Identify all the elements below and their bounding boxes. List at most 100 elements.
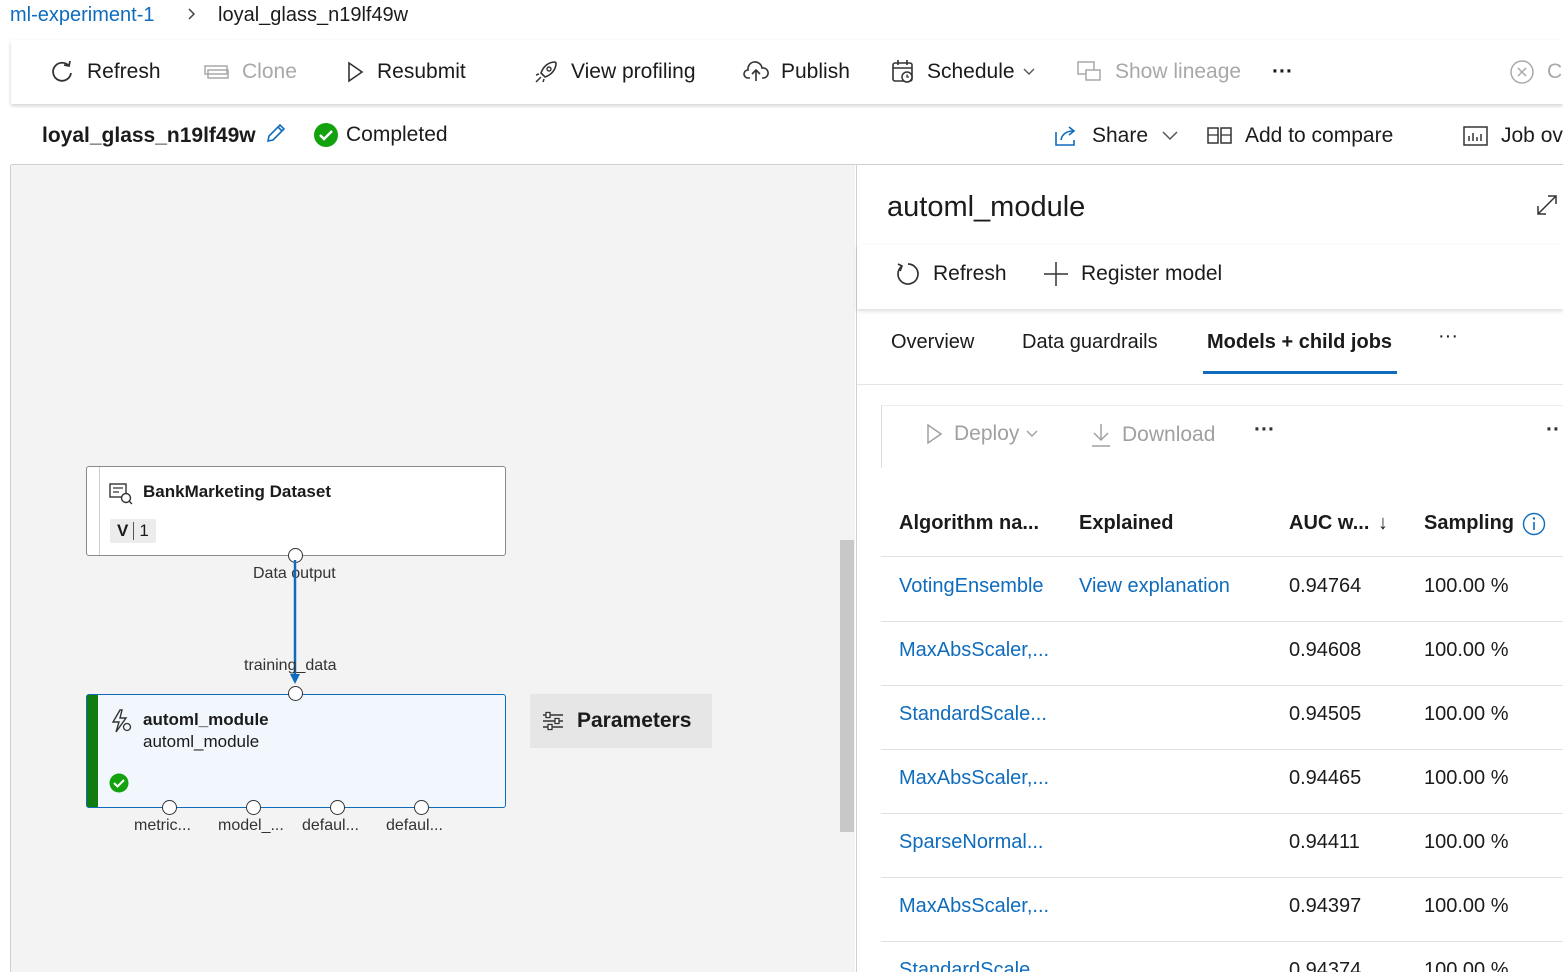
chevron-down-icon [1026, 430, 1038, 437]
view-profiling-label: View profiling [571, 60, 696, 83]
play-icon [927, 423, 943, 445]
node-left-stripe [99, 467, 100, 555]
output-port-label-default-2: defaul... [386, 817, 443, 834]
module-input-port[interactable] [288, 686, 303, 701]
algorithm-link[interactable]: VotingEnsemble [899, 575, 1044, 598]
table-row: SparseNormal... 0.94411 100.00 % [881, 813, 1563, 878]
play-icon [348, 61, 364, 83]
show-lineage-label: Show lineage [1115, 60, 1242, 83]
auc-value: 0.94411 [1289, 831, 1360, 853]
algorithm-link[interactable]: MaxAbsScaler,... [899, 767, 1049, 790]
download-button[interactable]: Download [1090, 422, 1215, 448]
algorithm-link[interactable]: StandardScale... [899, 703, 1047, 726]
job-overview-label: Job ov [1501, 124, 1563, 147]
table-row: MaxAbsScaler,... 0.94465 100.00 % [881, 749, 1563, 814]
tab-models-child-jobs[interactable]: Models + child jobs [1207, 331, 1392, 354]
output-port-metrics[interactable] [162, 800, 177, 815]
sampling-value: 100.00 % [1424, 767, 1509, 789]
refresh-icon [897, 263, 919, 285]
more-actions-button[interactable]: ··· [1272, 40, 1293, 104]
dataset-node-title: BankMarketing Dataset [143, 482, 332, 501]
training-data-label: training_data [244, 657, 337, 674]
column-header-auc[interactable]: AUC w... [1289, 512, 1369, 535]
output-port-model[interactable] [246, 800, 261, 815]
view-profiling-button[interactable]: View profiling [533, 40, 696, 104]
deploy-button[interactable]: Deploy [924, 422, 1038, 446]
output-port-label-metrics: metric... [134, 817, 191, 834]
cloud-upload-icon [743, 61, 769, 81]
edit-pencil-icon[interactable] [264, 121, 288, 150]
clone-button[interactable]: Clone [204, 40, 297, 104]
automl-module-node[interactable]: automl_module automl_module [86, 694, 506, 808]
chart-icon [1463, 126, 1488, 146]
dataset-icon [109, 483, 133, 510]
table-row: VotingEnsemble View explanation 0.94764 … [881, 557, 1563, 622]
output-port-default-2[interactable] [414, 800, 429, 815]
show-lineage-button[interactable]: Show lineage [1077, 40, 1241, 104]
share-icon [1055, 126, 1076, 146]
pipeline-canvas[interactable]: BankMarketing Dataset V 1 Data output tr… [11, 165, 855, 972]
dataset-node[interactable]: BankMarketing Dataset V 1 [86, 466, 506, 556]
parameters-label: Parameters [577, 709, 692, 732]
panel-refresh-button[interactable]: Refresh [895, 261, 1007, 287]
cancel-circle-icon [1510, 60, 1534, 84]
tabs-divider [857, 384, 1563, 385]
auc-value: 0.94764 [1289, 575, 1362, 597]
breadcrumb-chevron-icon [186, 4, 198, 29]
tab-overview[interactable]: Overview [891, 331, 974, 354]
auc-value: 0.94465 [1289, 767, 1362, 789]
auc-value: 0.94505 [1289, 703, 1362, 725]
column-header-explained[interactable]: Explained [1079, 512, 1173, 535]
tabs-more-button[interactable]: ··· [1438, 325, 1458, 348]
cancel-button[interactable]: Ca [1509, 40, 1563, 104]
share-label: Share [1092, 124, 1149, 147]
resubmit-button[interactable]: Resubmit [345, 40, 466, 104]
sampling-value: 100.00 % [1424, 831, 1509, 853]
panel-toolbar: Refresh Register model [857, 245, 1563, 309]
version-number: 1 [139, 521, 149, 540]
sort-descending-icon[interactable]: ↓ [1378, 512, 1388, 535]
auc-value: 0.94397 [1289, 895, 1362, 917]
algorithm-link[interactable]: MaxAbsScaler,... [899, 639, 1049, 662]
job-title-bar: loyal_glass_n19lf49w Completed Share Add… [11, 108, 1563, 165]
automl-icon [109, 709, 133, 738]
job-name: loyal_glass_n19lf49w [42, 124, 256, 147]
output-port-default-1[interactable] [330, 800, 345, 815]
info-icon[interactable] [1522, 512, 1546, 541]
algorithm-link[interactable]: MaxAbsScaler,... [899, 895, 1049, 918]
models-more-right-button[interactable]: ·· [1546, 418, 1560, 442]
column-header-sampling[interactable]: Sampling [1424, 512, 1514, 535]
expand-icon[interactable] [1535, 193, 1559, 222]
models-more-button[interactable]: ··· [1254, 418, 1275, 442]
breadcrumb-experiment-link[interactable]: ml-experiment-1 [10, 4, 154, 27]
output-port-label-model: model_... [218, 817, 284, 834]
view-explanation-link[interactable]: View explanation [1079, 575, 1230, 598]
column-header-algorithm[interactable]: Algorithm na... [899, 512, 1039, 535]
table-row: MaxAbsScaler,... 0.94608 100.00 % [881, 621, 1563, 686]
models-toolbar: Deploy Download ··· ·· [881, 405, 1563, 468]
parameters-button[interactable]: Parameters [530, 694, 712, 748]
version-label: V [117, 521, 129, 540]
share-button[interactable]: Share [1054, 104, 1178, 168]
algorithm-link[interactable]: StandardScale... [899, 959, 1047, 972]
register-model-button[interactable]: Register model [1043, 261, 1222, 287]
add-to-compare-button[interactable]: Add to compare [1207, 104, 1393, 168]
chevron-down-icon [1162, 131, 1178, 141]
check-circle-icon [314, 123, 338, 147]
calendar-clock-icon [892, 60, 913, 83]
table-row: MaxAbsScaler,... 0.94397 100.00 % [881, 877, 1563, 942]
status-badge: Completed [313, 122, 448, 148]
publish-button[interactable]: Publish [743, 40, 850, 104]
breadcrumb-current: loyal_glass_n19lf49w [218, 4, 409, 26]
sampling-value: 100.00 % [1424, 895, 1509, 917]
module-node-title: automl_module [143, 710, 269, 729]
tab-data-guardrails[interactable]: Data guardrails [1022, 331, 1158, 354]
schedule-button[interactable]: Schedule [891, 40, 1035, 104]
job-overview-button[interactable]: Job ov [1463, 104, 1563, 168]
canvas-scrollbar[interactable] [840, 540, 854, 832]
module-status-stripe [87, 695, 98, 807]
algorithm-link[interactable]: SparseNormal... [899, 831, 1044, 854]
clone-label: Clone [242, 60, 297, 83]
job-toolbar: Refresh Clone Resubmit View profiling Pu… [11, 40, 1563, 104]
refresh-button[interactable]: Refresh [49, 40, 161, 104]
